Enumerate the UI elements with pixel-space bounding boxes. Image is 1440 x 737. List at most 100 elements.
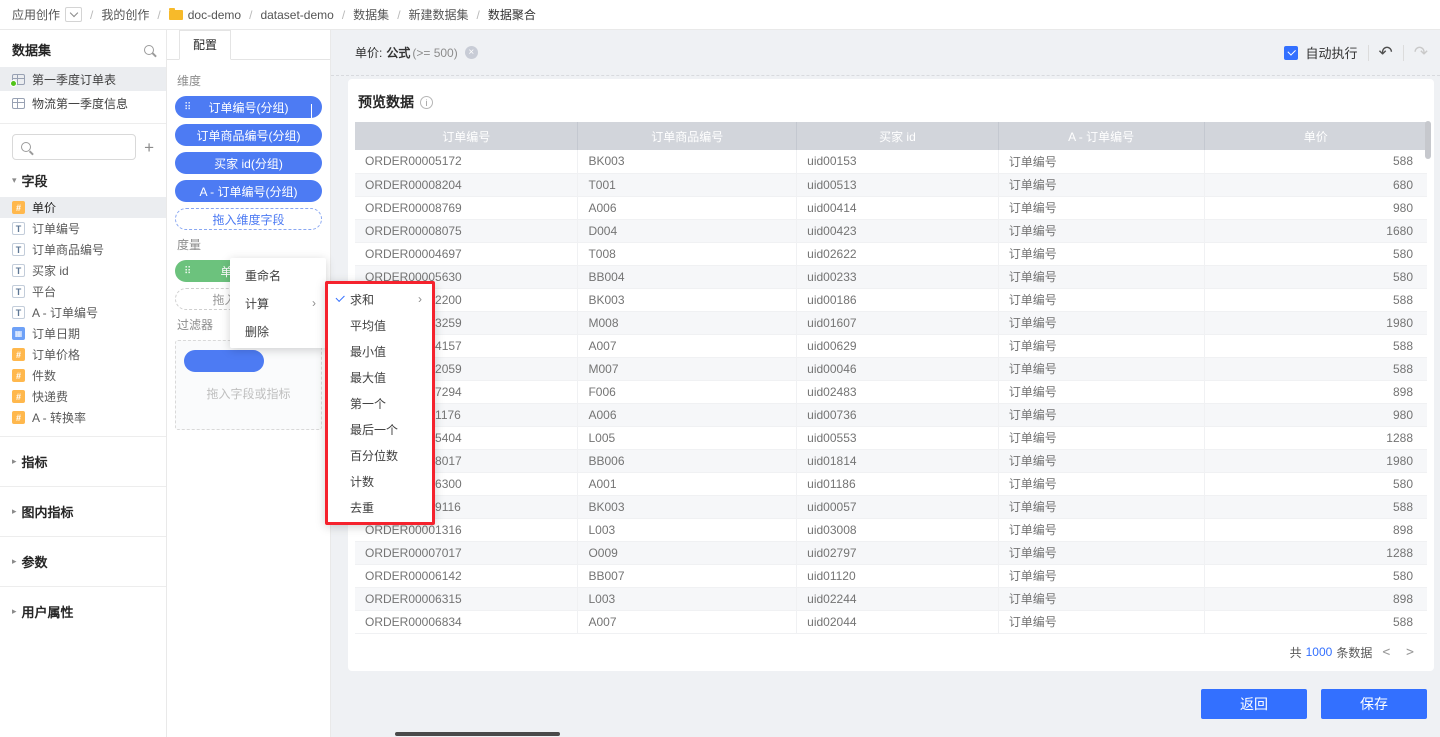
column-header[interactable]: A - 订单编号 xyxy=(998,122,1204,150)
submenu-item[interactable]: 百分位数 xyxy=(328,442,432,468)
tab-config[interactable]: 配置 xyxy=(179,30,231,60)
breadcrumb-item[interactable]: doc-demo xyxy=(169,8,241,22)
field-search-box[interactable] xyxy=(12,134,136,160)
sidebar-section[interactable]: ▸指标 xyxy=(0,445,166,478)
undo-icon[interactable]: ↶ xyxy=(1379,43,1393,63)
config-panel: 配置 维度 ⠿订单编号(分组)订单商品编号(分组)买家 id(分组)A - 订单… xyxy=(167,30,331,737)
dimension-pill-list: ⠿订单编号(分组) 订单商品编号(分组) 买家 id(分组) A - 订单编号(分组) xyxy=(175,96,322,202)
field-search-input[interactable] xyxy=(37,140,117,154)
table-scrollbar-thumb[interactable] xyxy=(1425,121,1431,159)
field-item[interactable]: #订单价格 xyxy=(0,344,166,365)
drag-handle-icon[interactable]: ⠿ xyxy=(184,266,190,277)
chevron-down-icon[interactable] xyxy=(311,104,312,118)
field-label: 买家 id xyxy=(32,262,69,279)
dimension-pill[interactable]: A - 订单编号(分组) xyxy=(175,180,322,202)
field-item[interactable]: #快递费 xyxy=(0,386,166,407)
table-cell: BK003 xyxy=(578,288,797,311)
menu-item-label: 百分位数 xyxy=(350,447,398,464)
sidebar-section[interactable]: ▸参数 xyxy=(0,545,166,578)
table-cell: uid02044 xyxy=(797,610,999,633)
dimension-pill[interactable]: ⠿订单编号(分组) xyxy=(175,96,322,118)
section-label: 指标 xyxy=(22,452,48,471)
field-item[interactable]: T买家 id xyxy=(0,260,166,281)
column-header[interactable]: 订单商品编号 xyxy=(578,122,797,150)
table-cell: uid00423 xyxy=(797,219,999,242)
dataset-item[interactable]: 第一季度订单表 xyxy=(0,67,166,91)
table-cell: BK003 xyxy=(578,150,797,173)
next-page-icon[interactable]: > xyxy=(1400,645,1420,660)
field-label: 订单价格 xyxy=(32,346,80,363)
field-item[interactable]: #单价 xyxy=(0,197,166,218)
pagination: 共1000条数据 < > xyxy=(348,644,1420,661)
menu-item-label: 第一个 xyxy=(350,395,386,412)
field-item[interactable]: T平台 xyxy=(0,281,166,302)
submenu-item[interactable]: 最后一个 xyxy=(328,416,432,442)
filter-chip[interactable]: 单价: 公式 (>= 500) × xyxy=(355,44,478,61)
field-item[interactable]: T订单编号 xyxy=(0,218,166,239)
table-cell: uid01814 xyxy=(797,449,999,472)
submenu-item[interactable]: 最小值 xyxy=(328,338,432,364)
caret-right-icon: ▸ xyxy=(12,506,17,517)
context-menu-item[interactable]: 删除 xyxy=(230,317,326,345)
table-cell: ORDER00006315 xyxy=(355,587,578,610)
table-cell: 订单编号 xyxy=(998,311,1204,334)
field-item[interactable]: #件数 xyxy=(0,365,166,386)
sidebar-section[interactable]: ▸用户属性 xyxy=(0,595,166,628)
remove-filter-icon[interactable]: × xyxy=(465,46,478,59)
add-field-button[interactable]: + xyxy=(144,139,154,156)
table-cell: 588 xyxy=(1204,495,1427,518)
breadcrumb-item[interactable]: 新建数据集 xyxy=(409,6,469,23)
context-menu-item[interactable]: 计算› xyxy=(230,289,326,317)
main-area: 单价: 公式 (>= 500) × 自动执行 ↶ ↷ 预览数据 i xyxy=(331,30,1440,737)
pill-label: 订单商品编号(分组) xyxy=(197,127,301,144)
prev-page-icon[interactable]: < xyxy=(1376,645,1396,660)
table-cell: uid02244 xyxy=(797,587,999,610)
table-cell: 580 xyxy=(1204,564,1427,587)
context-menu-item[interactable]: 重命名 xyxy=(230,261,326,289)
table-cell: 1980 xyxy=(1204,311,1427,334)
submenu-item[interactable]: 计数 xyxy=(328,468,432,494)
text-field-icon: T xyxy=(12,222,25,235)
auto-execute-checkbox[interactable] xyxy=(1284,46,1298,60)
horizontal-scrollbar-thumb[interactable] xyxy=(395,732,560,736)
breadcrumb-label: 数据聚合 xyxy=(488,6,536,23)
dimension-drop-zone[interactable]: 拖入维度字段 xyxy=(175,208,322,230)
field-item[interactable]: T订单商品编号 xyxy=(0,239,166,260)
breadcrumb-item[interactable]: 应用创作 xyxy=(12,6,82,23)
breadcrumb-dropdown-icon[interactable] xyxy=(65,7,82,22)
submenu-item[interactable]: 求和› xyxy=(328,286,432,312)
field-item[interactable]: #A - 转换率 xyxy=(0,407,166,428)
field-item[interactable]: ▦订单日期 xyxy=(0,323,166,344)
dimension-pill[interactable]: 买家 id(分组) xyxy=(175,152,322,174)
table-row: ORDER00008075D004uid00423订单编号1680 xyxy=(355,219,1427,242)
sidebar-section-fields[interactable]: ▾ 字段 xyxy=(0,164,166,197)
table-row: ORDER00006142BB007uid01120订单编号580 xyxy=(355,564,1427,587)
sidebar-section[interactable]: ▸图内指标 xyxy=(0,495,166,528)
breadcrumb-item[interactable]: dataset-demo xyxy=(260,8,333,22)
info-icon[interactable]: i xyxy=(420,96,433,109)
filter-pill[interactable] xyxy=(184,350,264,372)
submenu-item[interactable]: 去重 xyxy=(328,494,432,520)
back-button[interactable]: 返回 xyxy=(1201,689,1307,719)
submenu-item[interactable]: 最大值 xyxy=(328,364,432,390)
submenu-item[interactable]: 平均值 xyxy=(328,312,432,338)
breadcrumb-item[interactable]: 我的创作 xyxy=(101,6,149,23)
filter-drop-zone[interactable]: 拖入字段或指标 xyxy=(175,340,322,430)
dataset-item[interactable]: 物流第一季度信息 xyxy=(0,91,166,115)
save-button[interactable]: 保存 xyxy=(1321,689,1427,719)
column-header[interactable]: 订单编号 xyxy=(355,122,578,150)
column-header[interactable]: 买家 id xyxy=(797,122,999,150)
table-cell: 订单编号 xyxy=(998,150,1204,173)
redo-icon[interactable]: ↷ xyxy=(1414,43,1428,63)
search-icon[interactable] xyxy=(144,45,154,55)
drag-handle-icon[interactable]: ⠿ xyxy=(184,102,190,113)
field-item[interactable]: TA - 订单编号 xyxy=(0,302,166,323)
table-cell: 订单编号 xyxy=(998,357,1204,380)
column-header[interactable]: 单价 xyxy=(1204,122,1427,150)
table-cell: ORDER00008769 xyxy=(355,196,578,219)
table-cell: ORDER00005172 xyxy=(355,150,578,173)
submenu-item[interactable]: 第一个 xyxy=(328,390,432,416)
breadcrumb-item[interactable]: 数据集 xyxy=(353,6,389,23)
dimension-pill[interactable]: 订单商品编号(分组) xyxy=(175,124,322,146)
breadcrumb-item[interactable]: 数据聚合 xyxy=(488,6,536,23)
